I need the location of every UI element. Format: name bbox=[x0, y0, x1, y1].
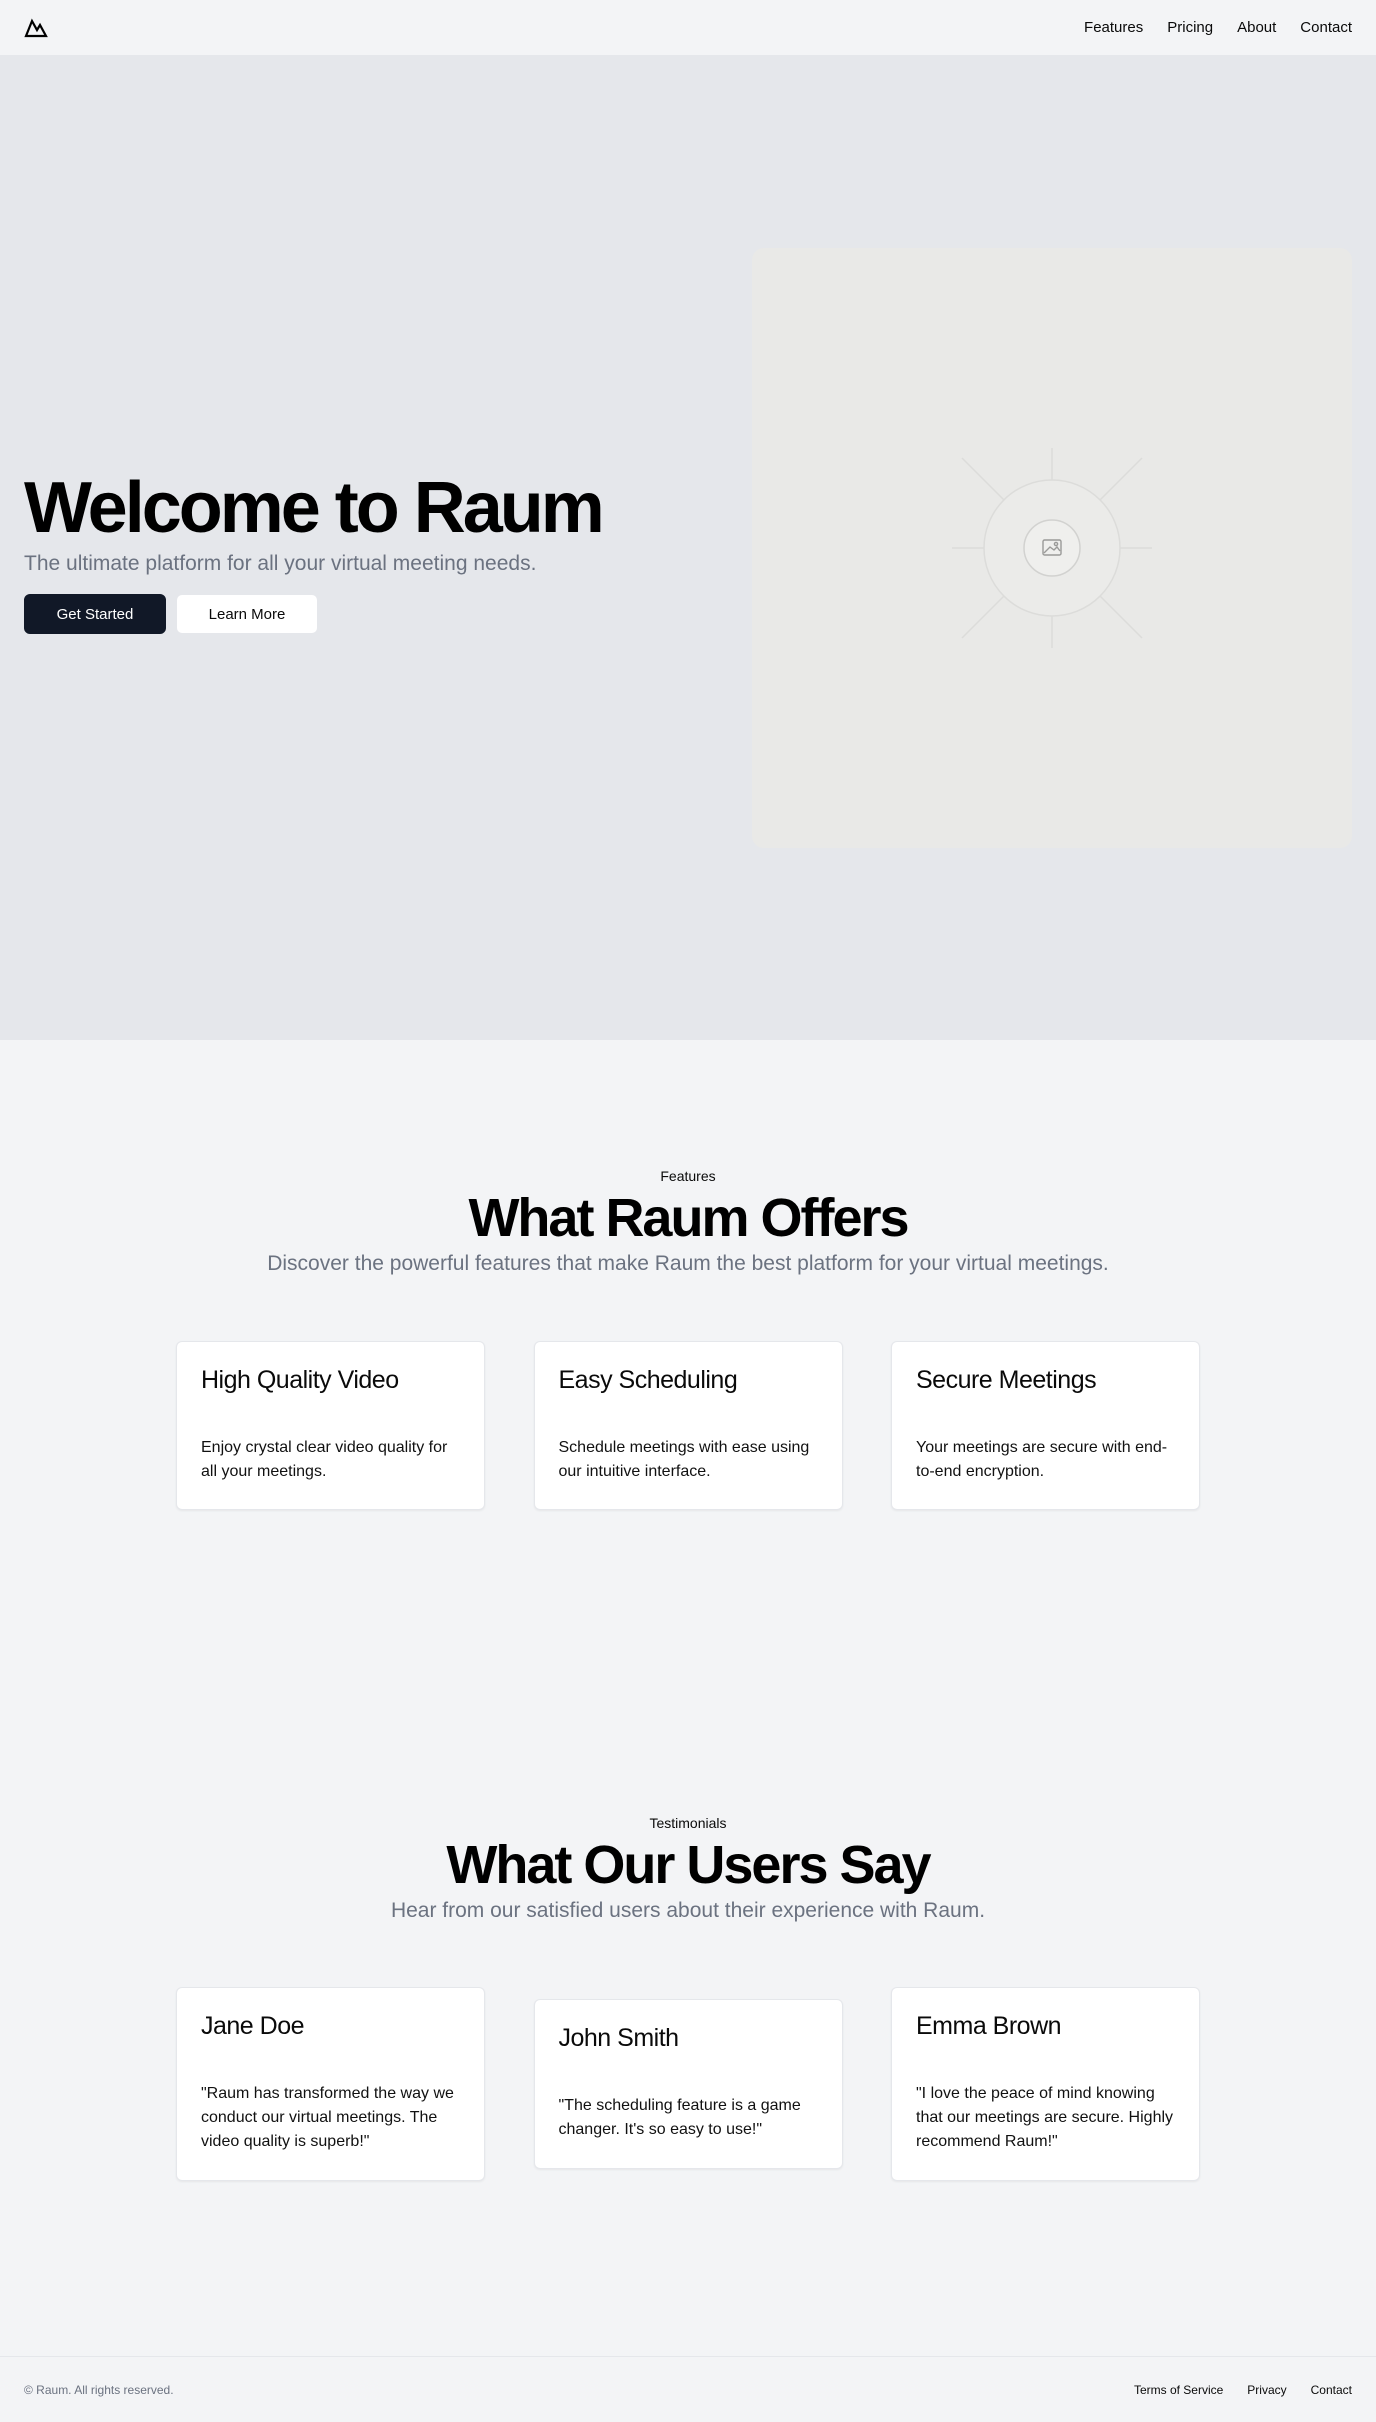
hero-text: Welcome to Raum The ultimate platform fo… bbox=[24, 466, 664, 634]
nav-link-contact[interactable]: Contact bbox=[1300, 19, 1352, 36]
testimonials-title: What Our Users Say bbox=[446, 1835, 931, 1895]
testimonial-card: Jane Doe "Raum has transformed the way w… bbox=[176, 1987, 485, 2181]
mountain-icon bbox=[24, 17, 48, 37]
testimonial-cards: Jane Doe "Raum has transformed the way w… bbox=[176, 1987, 1200, 2181]
feature-card-body: Enjoy crystal clear video quality for al… bbox=[201, 1439, 448, 1480]
feature-card: High Quality Video Enjoy crystal clear v… bbox=[176, 1341, 485, 1510]
feature-card-body: Your meetings are secure with end-to-end… bbox=[916, 1439, 1168, 1480]
feature-card-title: Secure Meetings bbox=[916, 1366, 1097, 1394]
testimonial-quote: "I love the peace of mind knowing that o… bbox=[916, 2085, 1174, 2150]
hero-title: Welcome to Raum bbox=[24, 468, 605, 548]
features-cards: High Quality Video Enjoy crystal clear v… bbox=[176, 1341, 1200, 1510]
hero-buttons: Get Started Learn More bbox=[24, 594, 664, 634]
hero-image-placeholder bbox=[752, 248, 1352, 848]
feature-card: Easy Scheduling Schedule meetings with e… bbox=[533, 1341, 843, 1510]
features-eyebrow: Features bbox=[660, 1168, 716, 1184]
feature-card-title: High Quality Video bbox=[201, 1366, 399, 1394]
copyright-text: © Raum. All rights reserved. bbox=[24, 2382, 174, 2397]
testimonial-quote: "Raum has transformed the way we conduct… bbox=[201, 2085, 454, 2150]
testimonial-name: John Smith bbox=[558, 2024, 680, 2052]
nav-link-pricing[interactable]: Pricing bbox=[1167, 19, 1213, 36]
testimonial-card: John Smith "The scheduling feature is a … bbox=[533, 1999, 843, 2169]
testimonial-name: Jane Doe bbox=[201, 2012, 305, 2040]
feature-card-title: Easy Scheduling bbox=[558, 1366, 738, 1394]
testimonial-name: Emma Brown bbox=[916, 2012, 1062, 2040]
testimonials-subtitle: Hear from our satisfied users about thei… bbox=[390, 1899, 986, 1922]
nav-link-features[interactable]: Features bbox=[1084, 19, 1143, 36]
footer-link-contact[interactable]: Contact bbox=[1311, 2383, 1352, 2397]
learn-more-button[interactable]: Learn More bbox=[176, 594, 318, 634]
testimonial-card: Emma Brown "I love the peace of mind kno… bbox=[891, 1987, 1200, 2181]
features-title: What Raum Offers bbox=[468, 1188, 909, 1248]
site-header: Features Pricing About Contact bbox=[0, 0, 1376, 56]
site-footer: © Raum. All rights reserved. Terms of Se… bbox=[0, 2356, 1376, 2422]
footer-link-terms[interactable]: Terms of Service bbox=[1134, 2383, 1223, 2397]
feature-card-body: Schedule meetings with ease using our in… bbox=[558, 1439, 810, 1480]
logo[interactable] bbox=[24, 16, 48, 40]
image-placeholder-icon bbox=[952, 448, 1152, 648]
testimonial-quote: "The scheduling feature is a game change… bbox=[558, 2097, 801, 2138]
feature-card: Secure Meetings Your meetings are secure… bbox=[891, 1341, 1200, 1510]
footer-link-privacy[interactable]: Privacy bbox=[1247, 2383, 1286, 2397]
get-started-button[interactable]: Get Started bbox=[24, 594, 166, 634]
footer-nav: Terms of Service Privacy Contact bbox=[1134, 2383, 1352, 2397]
main-nav: Features Pricing About Contact bbox=[1084, 19, 1352, 36]
hero-section: Welcome to Raum The ultimate platform fo… bbox=[0, 56, 1376, 1040]
nav-link-about[interactable]: About bbox=[1237, 19, 1276, 36]
features-section: Features What Raum Offers Discover the p… bbox=[0, 1168, 1376, 1278]
testimonials-eyebrow: Testimonials bbox=[649, 1815, 727, 1831]
testimonials-section: Testimonials What Our Users Say Hear fro… bbox=[0, 1815, 1376, 1925]
features-subtitle: Discover the powerful features that make… bbox=[267, 1252, 1109, 1275]
hero-subtitle: The ultimate platform for all your virtu… bbox=[24, 552, 537, 575]
